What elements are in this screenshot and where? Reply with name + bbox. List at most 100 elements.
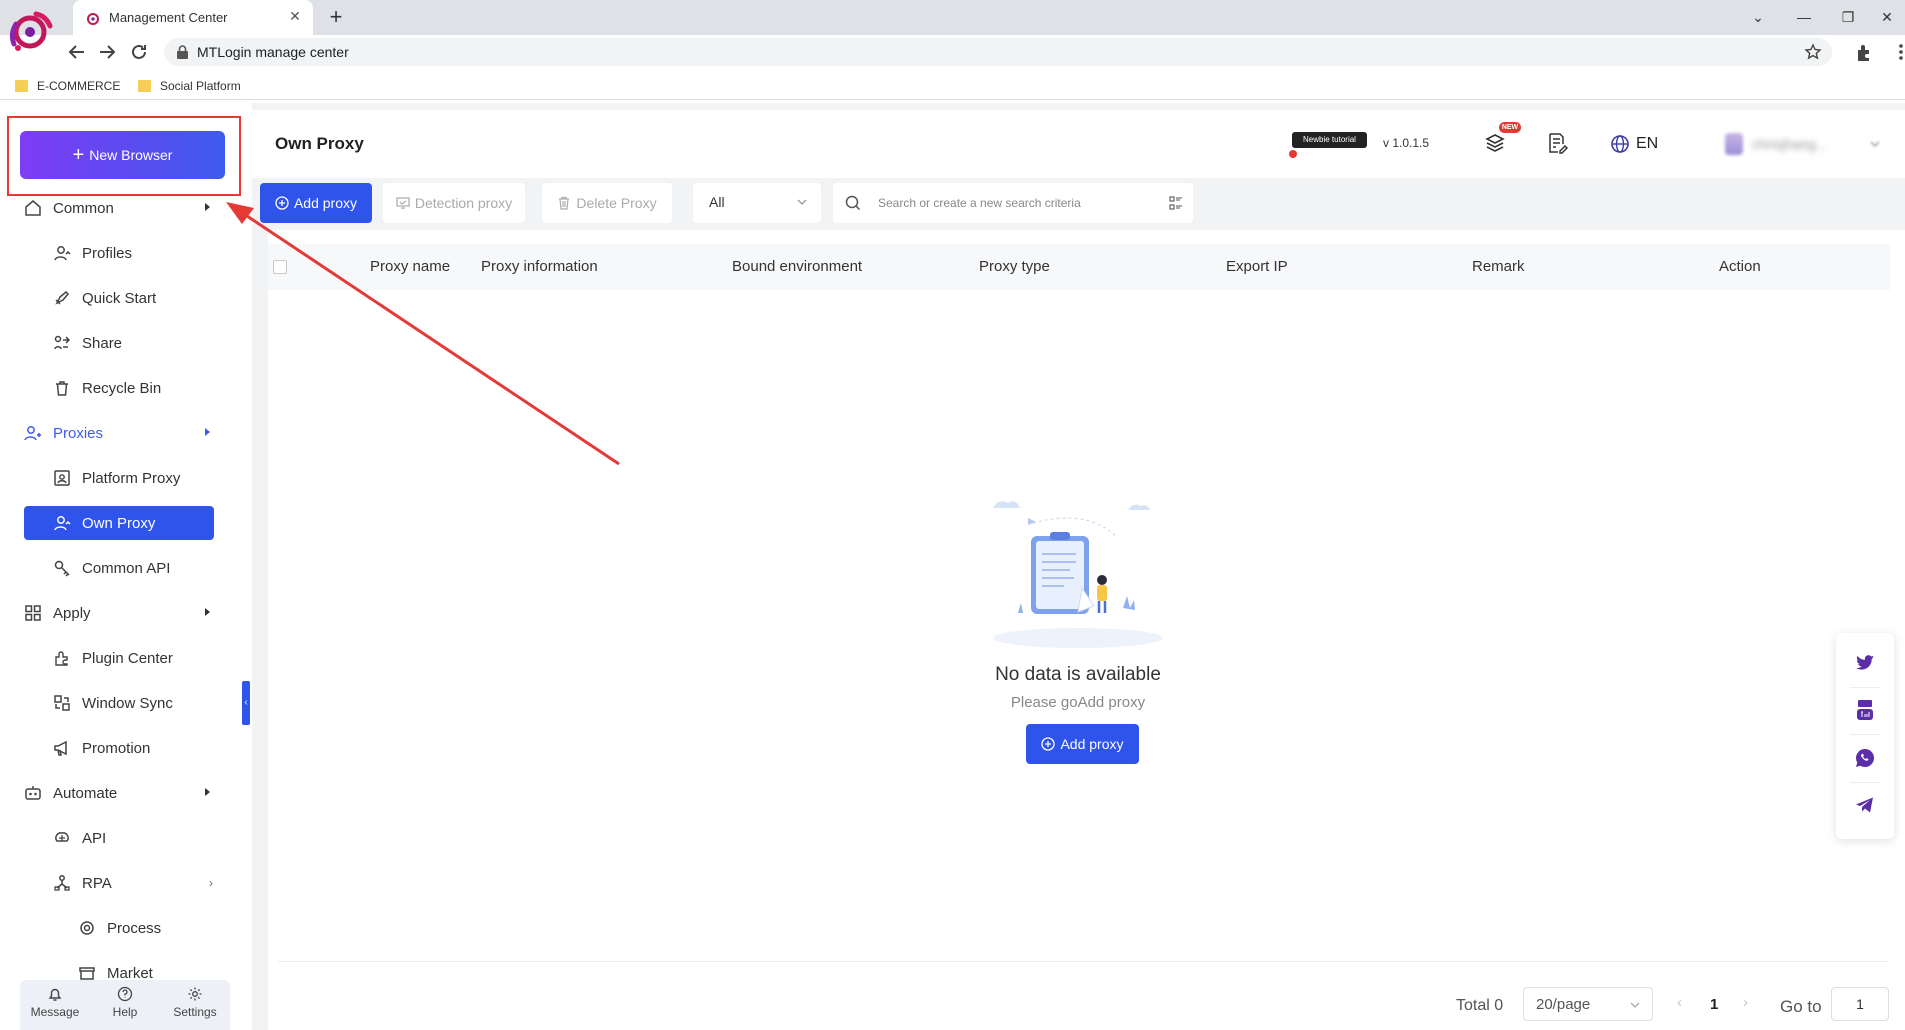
sidebar-item-label: Quick Start — [82, 289, 157, 307]
proxy-table-panel: Proxy name Proxy information Bound envir… — [268, 230, 1905, 1030]
telegram-icon[interactable] — [1853, 793, 1877, 817]
social-links-bar — [1836, 633, 1894, 839]
share-icon — [53, 334, 71, 352]
separator — [1850, 734, 1880, 735]
browser-chrome: Management Center ✕ + ⌄ — ❐ ✕ MTLogin ma… — [0, 0, 1905, 102]
filter-list-icon[interactable] — [1169, 196, 1183, 210]
page-header: Own Proxy Newbie tutorial v 1.0.1.5 NEW … — [252, 110, 1905, 178]
help-button[interactable]: Help — [90, 980, 160, 1030]
sidebar-item-label: Platform Proxy — [82, 469, 181, 487]
sidebar-item-label: Profiles — [82, 244, 133, 262]
delete-proxy-label: Delete Proxy — [576, 195, 657, 211]
restore-button[interactable]: ❐ — [1836, 5, 1860, 29]
message-label: Message — [30, 1005, 80, 1019]
column-header: Proxy name — [370, 258, 451, 275]
empty-add-proxy-button[interactable]: Add proxy — [1026, 724, 1139, 764]
extensions-icon[interactable] — [1853, 41, 1875, 63]
select-all-checkbox[interactable] — [273, 260, 287, 274]
sidebar-item-label: Common — [53, 199, 114, 217]
twitter-icon[interactable] — [1853, 651, 1877, 675]
sidebar-item-platform-proxy[interactable]: Platform Proxy — [53, 461, 213, 495]
apps-grid-icon — [24, 604, 42, 622]
goto-label: Go to — [1780, 997, 1822, 1016]
forward-button[interactable] — [96, 41, 118, 63]
tab-close-icon[interactable]: ✕ — [287, 8, 303, 24]
lock-icon — [176, 45, 189, 59]
new-tab-button[interactable]: + — [324, 5, 348, 29]
bookmark-ecommerce[interactable]: E-COMMERCE — [15, 77, 120, 95]
api-icon — [53, 829, 71, 847]
sidebar-item-plugin-center[interactable]: Plugin Center — [53, 641, 213, 675]
column-header: Bound environment — [732, 258, 863, 275]
sidebar-item-profiles[interactable]: Profiles — [53, 236, 213, 270]
next-page-button[interactable]: › — [1743, 994, 1748, 1011]
reload-button[interactable] — [128, 41, 150, 63]
document-edit-icon[interactable] — [1546, 132, 1568, 154]
sidebar-item-promotion[interactable]: Promotion — [53, 731, 213, 765]
chevron-down-icon[interactable] — [1870, 140, 1880, 148]
proxy-filter-select[interactable]: All — [693, 183, 821, 223]
caret-right-icon — [205, 428, 210, 436]
newbie-tutorial-button[interactable]: Newbie tutorial — [1292, 132, 1367, 148]
sidebar-item-label: Common API — [82, 559, 171, 577]
empty-state-illustration — [978, 488, 1178, 648]
browser-tab[interactable]: Management Center ✕ — [73, 0, 313, 35]
mtlogin-favicon-icon — [85, 10, 101, 26]
settings-label: Settings — [173, 1005, 217, 1019]
address-bar[interactable]: MTLogin manage center — [164, 38, 1832, 66]
language-selector[interactable]: EN — [1636, 135, 1658, 153]
sidebar-group-proxies[interactable]: Proxies — [24, 416, 210, 450]
bookmark-social-platform[interactable]: Social Platform — [138, 77, 241, 95]
close-window-button[interactable]: ✕ — [1875, 5, 1899, 29]
user-name[interactable]: chrisjhang... — [1752, 136, 1827, 152]
sidebar-item-share[interactable]: Share — [53, 326, 213, 360]
empty-state-title: No data is available — [995, 664, 1161, 685]
sidebar-item-process[interactable]: Process — [78, 911, 218, 945]
empty-state-subtitle: Please goAdd proxy — [1010, 694, 1146, 711]
page-size-value: 20/page — [1536, 996, 1591, 1013]
new-browser-button[interactable]: + New Browser — [20, 131, 225, 179]
sidebar-item-window-sync[interactable]: Window Sync — [53, 686, 213, 720]
globe-icon[interactable] — [1610, 134, 1630, 154]
page-size-select[interactable]: 20/page — [1523, 987, 1653, 1021]
settings-button[interactable]: Settings — [160, 980, 230, 1030]
goto-input[interactable] — [1832, 988, 1888, 1020]
search-input[interactable] — [878, 193, 1148, 213]
detection-proxy-button[interactable]: Detection proxy — [383, 183, 525, 223]
sidebar-item-recycle-bin[interactable]: Recycle Bin — [53, 371, 213, 405]
layers-icon[interactable] — [1484, 132, 1506, 154]
process-gear-icon — [78, 919, 96, 937]
notification-dot — [1289, 150, 1297, 158]
version-label: v 1.0.1.5 — [1383, 136, 1430, 150]
minimize-button[interactable]: — — [1792, 5, 1816, 29]
browser-menu-icon[interactable] — [1890, 41, 1905, 63]
sidebar: + New Browser Common Profiles Quick Star… — [0, 103, 250, 1030]
sidebar-item-label: Share — [82, 334, 123, 352]
add-proxy-button[interactable]: Add proxy — [260, 183, 372, 223]
sidebar-group-apply[interactable]: Apply — [24, 596, 210, 630]
prev-page-button[interactable]: ‹ — [1677, 994, 1682, 1011]
sidebar-item-quick-start[interactable]: Quick Start — [53, 281, 213, 315]
sidebar-item-common-api[interactable]: Common API — [53, 551, 213, 585]
mtlogin-logo — [6, 4, 56, 56]
help-label: Help — [112, 1005, 138, 1019]
delete-proxy-button[interactable]: Delete Proxy — [542, 183, 672, 223]
sidebar-item-label: Automate — [53, 784, 118, 802]
pagination: Total 0 20/page ‹ 1 › Go to — [268, 985, 1905, 1025]
sidebar-item-rpa[interactable]: RPA › — [53, 866, 213, 900]
plus-circle-icon — [275, 196, 289, 210]
sidebar-group-common[interactable]: Common — [24, 191, 210, 225]
tab-search-chevron-icon[interactable]: ⌄ — [1746, 5, 1770, 29]
whatsapp-icon[interactable] — [1853, 746, 1877, 770]
current-page[interactable]: 1 — [1710, 996, 1718, 1013]
sidebar-collapse-button[interactable]: ‹ — [242, 681, 250, 725]
sidebar-group-automate[interactable]: Automate — [24, 776, 210, 810]
sidebar-item-api[interactable]: API — [53, 821, 213, 855]
message-button[interactable]: Message — [20, 980, 90, 1030]
bookmark-star-icon[interactable] — [1804, 43, 1822, 61]
folder-icon — [138, 80, 151, 92]
back-button[interactable] — [66, 41, 88, 63]
youtube-icon[interactable] — [1853, 698, 1877, 722]
sidebar-item-own-proxy[interactable]: Own Proxy — [53, 506, 213, 540]
avatar[interactable] — [1725, 133, 1743, 155]
